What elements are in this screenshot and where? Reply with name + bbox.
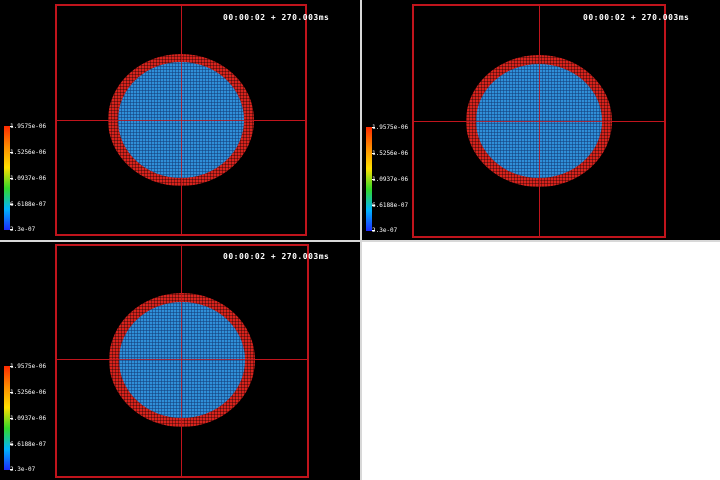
legend-label-2: 1.5256e-06 [372, 150, 409, 157]
legend-label-4: 6.6188e-07 [10, 201, 47, 208]
crosshair-overlay-horizontal [109, 359, 255, 360]
legend-label-min: 2.3e-07 [372, 227, 398, 234]
legend-label-4: 6.6188e-07 [10, 441, 47, 448]
crosshair-overlay-vertical [539, 55, 540, 187]
crosshair-overlay-vertical [181, 293, 182, 427]
empty-panel [362, 242, 720, 480]
legend-label-3: 1.0937e-06 [10, 175, 47, 182]
particle-disc [109, 293, 255, 427]
legend-label-max: 1.9575e-06 [372, 124, 409, 131]
legend-label-3: 1.0937e-06 [10, 415, 47, 422]
timestamp-label: 00:00:02 + 270.003ms [223, 252, 330, 261]
disc-inner-fill [119, 302, 245, 418]
crosshair-overlay-vertical [181, 54, 182, 186]
color-legend: 1.9575e-06 1.5256e-06 1.0937e-06 6.6188e… [0, 123, 60, 233]
timestamp-label: 00:00:02 + 270.003ms [583, 13, 690, 22]
legend-label-4: 6.6188e-07 [372, 202, 409, 209]
viewport-top-right[interactable]: 00:00:02 + 270.003ms 1.9575e-06 1.5256e-… [362, 0, 720, 240]
legend-label-3: 1.0937e-06 [372, 176, 409, 183]
viewport-top-left[interactable]: 00:00:02 + 270.003ms 1.9575e-06 1.5256e-… [0, 0, 360, 240]
color-legend: 1.9575e-06 1.5256e-06 1.0937e-06 6.6188e… [0, 363, 60, 473]
legend-label-max: 1.9575e-06 [10, 123, 47, 130]
viewport-bottom-left[interactable]: 00:00:02 + 270.003ms 1.9575e-06 1.5256e-… [0, 242, 360, 480]
legend-label-min: 2.3e-07 [10, 226, 36, 233]
legend-label-2: 1.5256e-06 [10, 149, 47, 156]
legend-label-max: 1.9575e-06 [10, 363, 47, 370]
legend-label-min: 2.3e-07 [10, 466, 36, 473]
color-legend: 1.9575e-06 1.5256e-06 1.0937e-06 6.6188e… [362, 124, 422, 234]
legend-label-2: 1.5256e-06 [10, 389, 47, 396]
timestamp-label: 00:00:02 + 270.003ms [223, 13, 330, 22]
